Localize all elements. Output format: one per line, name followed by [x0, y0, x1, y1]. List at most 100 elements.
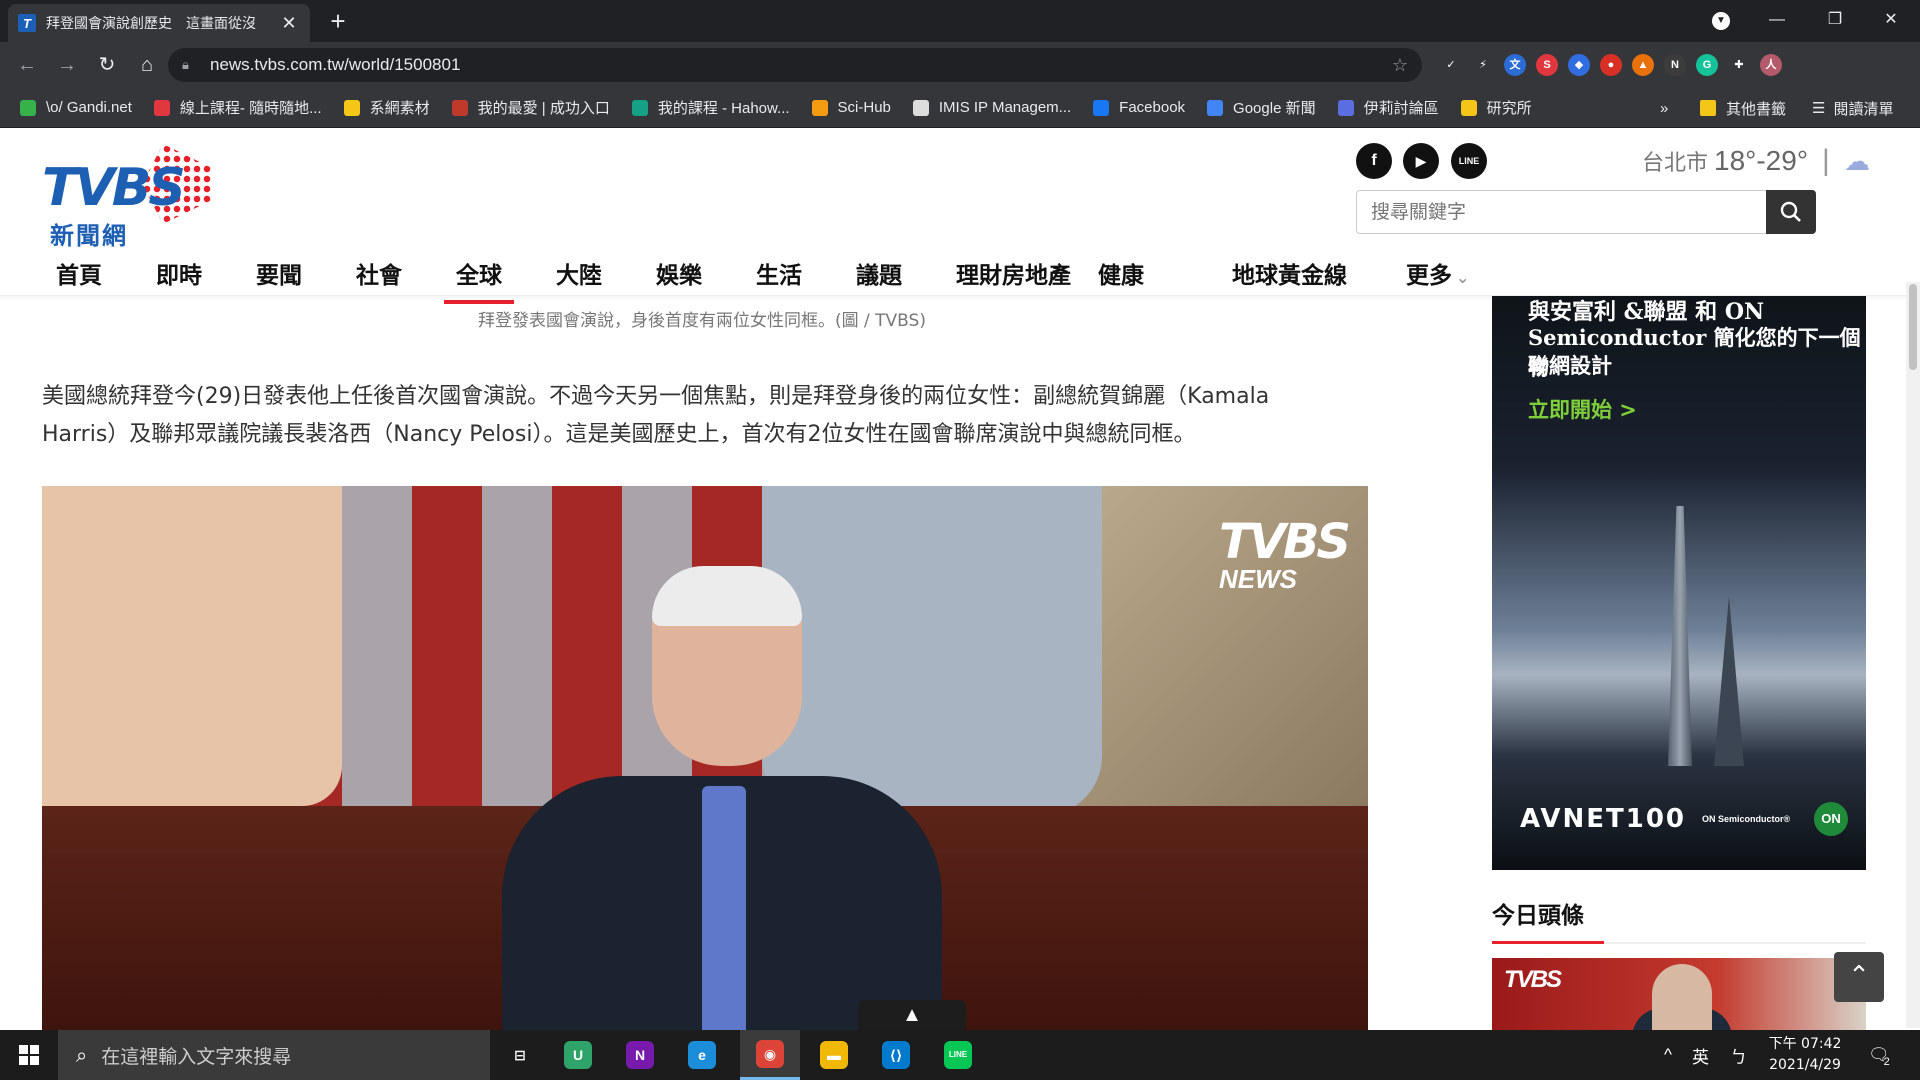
notification-center[interactable]: 🗨︎ 2: [1868, 1030, 1890, 1080]
new-tab-button[interactable]: +: [322, 6, 354, 38]
browser-tab[interactable]: T 拜登國會演說創歷史 這畫面從沒 ✕: [8, 4, 310, 42]
tray-chevron-icon[interactable]: ^: [1664, 1030, 1672, 1080]
chrome-icon: ◉: [756, 1039, 784, 1068]
other-bookmarks-folder[interactable]: 其他書籤: [1700, 88, 1786, 128]
bookmark-item[interactable]: IMIS IP Managem...: [912, 99, 1071, 116]
bookmark-label: 伊莉討論區: [1363, 100, 1439, 117]
taskbar-app-edge-app[interactable]: e: [672, 1030, 732, 1080]
bookmark-item[interactable]: 線上課程- 隨時隨地...: [153, 97, 322, 118]
nav-more-label: 更多: [1406, 263, 1452, 289]
taskbar-app-file-explorer[interactable]: ▬: [804, 1030, 864, 1080]
grammarly-ext-icon[interactable]: G: [1696, 54, 1718, 76]
article-video[interactable]: TVBS NEWS: [42, 486, 1368, 1036]
taskbar-app-app-u[interactable]: U: [548, 1030, 608, 1080]
forward-arrow-icon[interactable]: →: [52, 50, 82, 80]
line-icon[interactable]: LINE: [1451, 143, 1487, 179]
scrollbar-thumb[interactable]: [1909, 284, 1917, 370]
taskbar-app-task-view[interactable]: ⊟: [490, 1030, 550, 1080]
bookmark-item[interactable]: 研究所: [1460, 97, 1532, 118]
page-scrollbar[interactable]: [1906, 282, 1920, 1028]
bookmark-item[interactable]: 我的課程 - Hahow...: [631, 97, 790, 118]
nav-china[interactable]: 大陸: [556, 256, 602, 290]
search-icon: ⌕: [76, 1043, 88, 1067]
taskbar-app-chrome[interactable]: ◉: [740, 1030, 800, 1080]
nav-earth-golden-line[interactable]: 地球黃金線: [1232, 256, 1347, 290]
nav-entertainment[interactable]: 娛樂: [656, 256, 702, 290]
ime-language[interactable]: 英: [1692, 1030, 1709, 1080]
bookmark-star-icon[interactable]: ☆: [1392, 55, 1408, 76]
bookmark-item[interactable]: 伊莉討論區: [1337, 97, 1439, 118]
nav-health[interactable]: 健康: [1098, 256, 1144, 290]
bookmark-item[interactable]: \o/ Gandi.net: [20, 99, 132, 116]
record-ext-icon[interactable]: ●: [1600, 54, 1622, 76]
nav-life[interactable]: 生活: [756, 256, 802, 290]
bookmark-label: 研究所: [1486, 100, 1532, 117]
tab-search-icon[interactable]: ▼: [1712, 12, 1730, 30]
bookmark-item[interactable]: Facebook: [1093, 99, 1185, 116]
puzzle-ext-icon[interactable]: ✚: [1728, 54, 1750, 76]
ad-cta-link[interactable]: 立即開始 >: [1528, 394, 1637, 424]
bookmark-item[interactable]: 系網素材: [343, 97, 430, 118]
taskbar-app-vscode[interactable]: ⟨⟩: [866, 1030, 926, 1080]
notion-ext-icon[interactable]: N: [1664, 54, 1686, 76]
video-expand-arrow-icon[interactable]: ▲: [858, 1000, 966, 1030]
tab-close-icon[interactable]: ✕: [278, 13, 300, 34]
home-icon[interactable]: ⌂: [132, 50, 162, 80]
folder-icon: [1700, 100, 1716, 116]
thumb-person-face: [1652, 964, 1712, 1038]
app-u-icon: U: [564, 1041, 592, 1069]
nav-finance[interactable]: 理財房地產: [956, 256, 1071, 290]
ad-tower-image-2: [1714, 596, 1744, 766]
system-clock[interactable]: 下午 07:42 2021/4/29: [1762, 1034, 1848, 1076]
address-bar[interactable]: 🔒︎ news.tvbs.com.tw/world/1500801 ☆: [168, 48, 1422, 82]
bookmark-item[interactable]: 我的最愛 | 成功入口: [451, 97, 610, 118]
article-paragraph-line-1: 美國總統拜登今(29)日發表他上任後首次國會演說。不過今天另一個焦點，則是拜登身…: [42, 384, 1270, 409]
search-icon: [1780, 201, 1801, 222]
headline-thumbnail[interactable]: TVBS: [1492, 958, 1866, 1038]
site-search: [1356, 190, 1816, 234]
advertisement-banner[interactable]: 與安富利 &聯盟 和 ON Semiconductor 簡化您的下一個物 聯網設…: [1492, 296, 1866, 870]
clock-time: 下午 07:42: [1768, 1036, 1842, 1052]
reading-list-button[interactable]: ☰ 閱讀清單: [1812, 88, 1893, 128]
search-button[interactable]: [1766, 190, 1816, 234]
translate-ext-icon[interactable]: 文: [1504, 54, 1526, 76]
thumb-logo: TVBS: [1504, 966, 1562, 993]
taskbar-app-line-app[interactable]: LINE: [928, 1030, 988, 1080]
facebook-icon[interactable]: f: [1356, 143, 1392, 179]
ime-mode-icon[interactable]: ㄅ: [1730, 1030, 1747, 1080]
nav-headlines[interactable]: 要聞: [256, 256, 302, 290]
windows-logo-icon: [19, 1045, 39, 1065]
lock-icon[interactable]: 🔒︎: [182, 57, 198, 73]
minimize-button[interactable]: —: [1748, 0, 1806, 42]
site-search-input[interactable]: [1357, 192, 1766, 232]
nav-instant[interactable]: 即時: [156, 256, 202, 290]
bookmark-item[interactable]: Google 新聞: [1207, 97, 1316, 118]
back-arrow-icon[interactable]: ←: [12, 50, 42, 80]
nav-global[interactable]: 全球: [444, 256, 514, 304]
taskbar-app-onenote[interactable]: N: [610, 1030, 670, 1080]
bookmarks-overflow-button[interactable]: »: [1660, 88, 1668, 128]
check-ext-icon[interactable]: ✓: [1440, 54, 1462, 76]
bookmark-item[interactable]: Sci-Hub: [811, 99, 891, 116]
speaker-hair: [652, 566, 802, 626]
reading-list-icon: ☰: [1812, 100, 1826, 117]
nav-home[interactable]: 首頁: [56, 256, 102, 290]
profile-avatar-icon[interactable]: 人: [1760, 54, 1782, 76]
taskbar-search[interactable]: ⌕ 在這裡輸入文字來搜尋: [58, 1030, 490, 1080]
bookmark-favicon-icon: [912, 99, 929, 116]
shield-ext-icon[interactable]: ◆: [1568, 54, 1590, 76]
nav-topics[interactable]: 議題: [856, 256, 902, 290]
close-window-button[interactable]: ✕: [1862, 0, 1920, 42]
start-button[interactable]: [0, 1030, 58, 1080]
maximize-button[interactable]: ❐: [1806, 0, 1864, 42]
reload-icon[interactable]: ↻: [92, 50, 122, 80]
nav-society[interactable]: 社會: [356, 256, 402, 290]
youtube-icon[interactable]: ▶: [1403, 143, 1439, 179]
nav-more[interactable]: 更多 ⌄: [1406, 256, 1469, 290]
bolt-ext-icon[interactable]: ⚡: [1472, 54, 1494, 76]
scroll-to-top-button[interactable]: ⌃: [1834, 952, 1884, 1002]
tvbs-logo[interactable]: TVBS 新聞網: [42, 144, 212, 250]
s-ext-icon[interactable]: S: [1536, 54, 1558, 76]
fire-ext-icon[interactable]: ▲: [1632, 54, 1654, 76]
clock-date: 2021/4/29: [1769, 1057, 1841, 1073]
